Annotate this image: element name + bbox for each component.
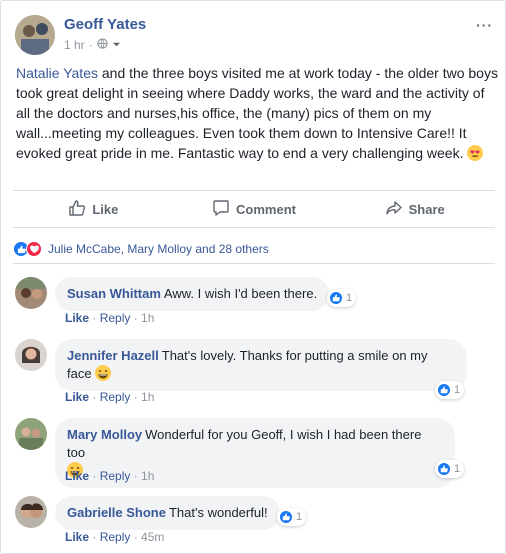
commenter-name[interactable]: Gabrielle Shone (67, 505, 166, 520)
comment: Mary Molloy Wonderful for you Geoff, I wi… (13, 418, 495, 488)
comment-like-link[interactable]: Like (65, 469, 89, 483)
like-reaction-icon (279, 510, 293, 524)
thumbs-up-icon (68, 199, 86, 220)
avatar[interactable] (15, 418, 47, 450)
comment-like-link[interactable]: Like (65, 390, 89, 404)
comment-footer: Like · Reply · 1h (65, 390, 155, 404)
like-reaction-icon (437, 462, 451, 476)
comment-time[interactable]: 1h (141, 390, 154, 404)
comment-label: Comment (236, 201, 296, 217)
share-label: Share (408, 201, 445, 217)
avatar[interactable] (15, 339, 47, 371)
like-reaction-icon (329, 291, 343, 305)
post-body: Natalie Yates and the three boys visited… (16, 63, 498, 163)
comment-footer: Like · Reply · 45m (65, 530, 165, 544)
facebook-post: Geoff Yates 1 hr · ··· Natalie Yates and… (0, 0, 506, 554)
post-meta: 1 hr · (64, 38, 121, 52)
post-actions-bar: Like Comment Share (13, 190, 495, 228)
more-options-icon[interactable]: ··· (476, 17, 493, 33)
like-button[interactable]: Like (13, 191, 174, 227)
comment-reaction-count[interactable]: 1 (435, 460, 465, 478)
commenter-name[interactable]: Susan Whittam (67, 286, 161, 301)
comment-footer: Like · Reply · 1h (65, 311, 155, 325)
meta-separator: · (88, 38, 93, 52)
comment-bubble: Jennifer Hazell That's lovely. Thanks for… (55, 339, 467, 391)
heart-eyes-emoji-icon (467, 145, 484, 161)
love-reaction-icon (26, 241, 42, 257)
audience-dropdown-icon[interactable] (112, 38, 121, 52)
like-label: Like (92, 201, 119, 217)
comment-button[interactable]: Comment (174, 191, 335, 227)
globe-icon (97, 38, 108, 52)
like-reaction-icon (437, 383, 451, 397)
commenter-name[interactable]: Jennifer Hazell (67, 348, 159, 363)
comment-reaction-count[interactable]: 1 (435, 381, 465, 399)
grinning-sweat-emoji-icon (95, 365, 112, 381)
share-button[interactable]: Share (334, 191, 495, 227)
comment: Gabrielle Shone That's wonderful! 1 Like … (13, 496, 495, 546)
comment-reply-link[interactable]: Reply (100, 530, 131, 544)
comment: Jennifer Hazell That's lovely. Thanks for… (13, 339, 495, 407)
comment-text: That's wonderful! (168, 505, 268, 520)
divider (13, 263, 495, 264)
reaction-count: 1 (454, 463, 461, 475)
comment-bubble: Gabrielle Shone That's wonderful! (55, 496, 280, 530)
author-name[interactable]: Geoff Yates (64, 16, 146, 33)
tagged-user-link[interactable]: Natalie Yates (16, 65, 98, 81)
reactions-summary[interactable]: Julie McCabe, Mary Molloy and 28 others (13, 241, 269, 257)
avatar[interactable] (15, 496, 47, 528)
comment-reply-link[interactable]: Reply (100, 469, 131, 483)
comment-reaction-count[interactable]: 1 (327, 289, 357, 307)
share-arrow-icon (385, 199, 403, 220)
comment-time[interactable]: 1h (141, 311, 154, 325)
comment-time[interactable]: 45m (141, 530, 164, 544)
comment: Susan Whittam Aww. I wish I'd been there.… (13, 277, 495, 327)
comment-time[interactable]: 1h (141, 469, 154, 483)
comment-reply-link[interactable]: Reply (100, 311, 131, 325)
comment-icon (212, 199, 230, 220)
avatar[interactable] (15, 277, 47, 309)
commenter-name[interactable]: Mary Molloy (67, 427, 142, 442)
comment-reply-link[interactable]: Reply (100, 390, 131, 404)
reaction-count: 1 (296, 511, 303, 523)
reactions-summary-text: Julie McCabe, Mary Molloy and 28 others (48, 242, 269, 256)
post-time[interactable]: 1 hr (64, 38, 85, 52)
reaction-count: 1 (454, 384, 461, 396)
comment-like-link[interactable]: Like (65, 530, 89, 544)
comment-footer: Like · Reply · 1h (65, 469, 155, 483)
comment-bubble: Susan Whittam Aww. I wish I'd been there. (55, 277, 330, 311)
comment-like-link[interactable]: Like (65, 311, 89, 325)
reaction-count: 1 (346, 292, 353, 304)
comment-text: Aww. I wish I'd been there. (163, 286, 318, 301)
comment-reaction-count[interactable]: 1 (277, 508, 307, 526)
author-avatar[interactable] (15, 15, 55, 55)
